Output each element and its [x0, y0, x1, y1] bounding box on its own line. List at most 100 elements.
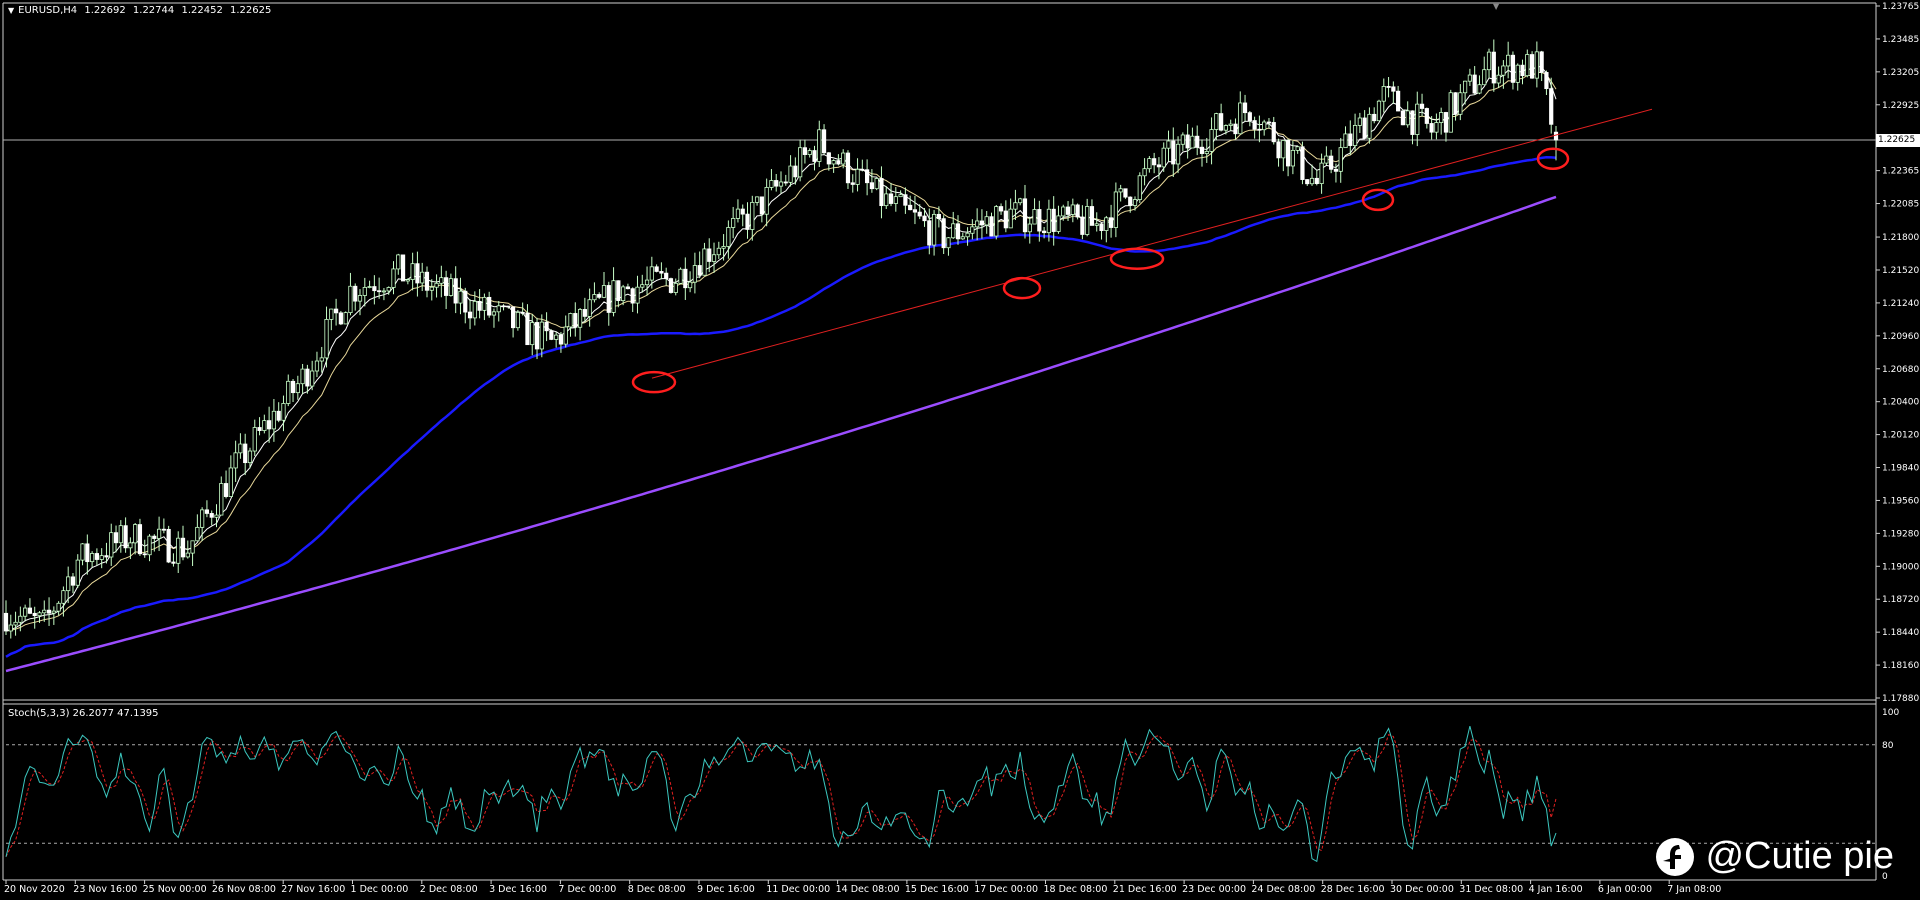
candle-body [1199, 146, 1205, 154]
candle-body [1209, 129, 1214, 152]
candle-body [439, 277, 444, 284]
candle-body [936, 213, 941, 220]
price-tick-label: 1.21800 [1882, 233, 1919, 243]
candle-body [109, 532, 114, 558]
price-tick-label: 1.22365 [1882, 167, 1919, 177]
candle-body [664, 272, 669, 279]
candle-body [740, 208, 745, 215]
candle-body [1357, 117, 1362, 126]
candle-body [1027, 223, 1032, 233]
candle-body [534, 322, 540, 350]
stoch-signal-line [5, 734, 1557, 857]
time-tick-label: 28 Dec 16:00 [1321, 884, 1385, 895]
candle-body [243, 443, 248, 464]
candle-body [1123, 188, 1128, 198]
candle-body [185, 552, 190, 558]
candle-body [386, 287, 391, 292]
candle-body [113, 532, 119, 544]
trading-chart[interactable]: 1.237651.234851.232051.229251.226451.223… [0, 0, 1920, 900]
candle-body [166, 528, 171, 563]
candle-body [1434, 122, 1439, 133]
candle-body [1022, 198, 1028, 233]
candle-body [1343, 133, 1348, 149]
candle-body [850, 182, 855, 185]
price-tick-label: 1.18160 [1882, 661, 1919, 671]
candle-body [1439, 112, 1444, 123]
candle-body [1515, 64, 1520, 83]
candle-body [984, 216, 989, 226]
candle-body [1089, 206, 1095, 226]
candle-body [290, 380, 296, 394]
candle-body [429, 286, 434, 291]
candle-body [525, 312, 530, 346]
candle-body [252, 427, 257, 452]
candle-body [577, 309, 583, 328]
candle-body [975, 220, 980, 228]
candle-body [1046, 208, 1052, 234]
candle-body [1338, 147, 1343, 172]
stoch-signal-polyline [5, 734, 1557, 857]
candle-body [625, 286, 631, 290]
candle-body [683, 268, 688, 289]
candle-body [391, 268, 396, 288]
candle-body [807, 150, 812, 155]
price-axis-labels: 1.237651.234851.232051.229251.226451.223… [1876, 2, 1919, 704]
time-tick-label: 30 Dec 00:00 [1390, 884, 1454, 895]
candle-body [1195, 135, 1200, 148]
candle-body [70, 576, 76, 586]
candle-body [1032, 209, 1037, 225]
candle-body [1482, 69, 1487, 86]
scroll-marker-icon[interactable]: ▼ [1493, 2, 1499, 11]
candle-body [453, 278, 458, 304]
price-tick-label: 1.20120 [1882, 431, 1919, 441]
candle-body [960, 236, 965, 240]
price-tick-label: 1.23205 [1882, 68, 1919, 78]
candle-body [267, 420, 272, 430]
candle-body [726, 227, 731, 247]
time-tick-label: 27 Nov 16:00 [281, 884, 345, 895]
candle-body [223, 483, 229, 497]
candle-body [1486, 51, 1492, 71]
candle-body [754, 196, 760, 203]
candle-body [1147, 158, 1152, 170]
candle-body [8, 624, 13, 632]
ma-200-polyline [5, 195, 1557, 673]
candle-body [530, 322, 535, 346]
candle-body [66, 576, 71, 592]
candlesticks [3, 39, 1559, 639]
candle-body [1013, 202, 1018, 210]
candle-body [472, 300, 477, 319]
candle-body [821, 129, 827, 154]
candle-body [1108, 217, 1114, 228]
support-touch-circle [1002, 276, 1042, 300]
candle-body [1510, 54, 1516, 83]
candle-body [731, 218, 736, 228]
collapse-triangle-icon[interactable]: ▼ [8, 6, 14, 15]
candle-body [367, 286, 372, 288]
candle-body [1223, 125, 1229, 131]
candle-body [286, 380, 291, 404]
candle-body [692, 265, 697, 283]
candle-body [1467, 74, 1472, 82]
candle-body [1094, 223, 1099, 226]
candle-body [506, 305, 511, 308]
close-value: 1.22625 [230, 5, 272, 16]
candle-body [898, 194, 903, 198]
candle-body [788, 165, 793, 183]
candle-body [1348, 133, 1353, 146]
candle-body [659, 271, 664, 274]
candle-body [1175, 143, 1181, 165]
candle-body [1252, 120, 1257, 130]
candle-body [434, 282, 439, 288]
price-axis-frame [2, 2, 1877, 881]
candle-body [319, 357, 324, 362]
candle-body [1266, 121, 1272, 124]
candle-body [123, 525, 128, 549]
candle-body [927, 220, 932, 246]
candle-body [845, 152, 851, 184]
candle-body [444, 277, 449, 296]
price-tick-label: 1.18720 [1882, 595, 1919, 605]
price-tick-label: 1.20400 [1882, 398, 1919, 408]
candle-body [616, 280, 621, 302]
candle-body [955, 223, 961, 240]
